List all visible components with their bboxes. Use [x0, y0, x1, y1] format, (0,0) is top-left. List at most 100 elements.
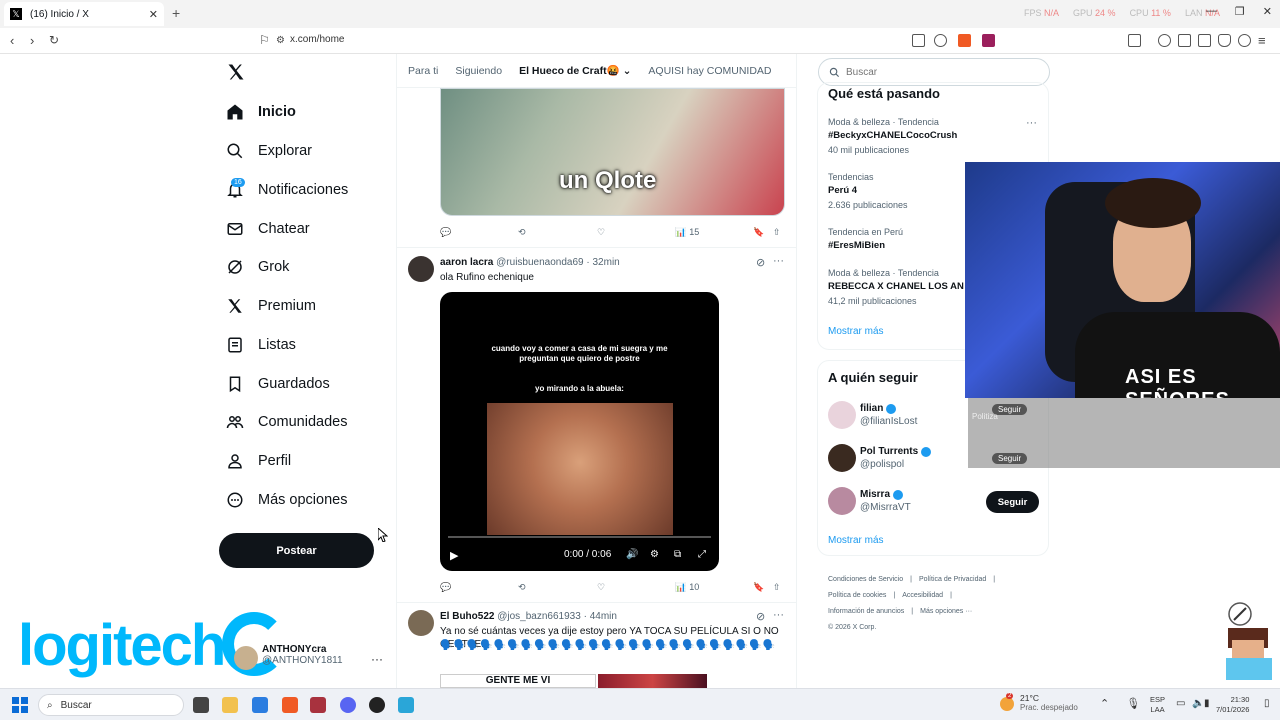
follow-button[interactable]: Seguir: [986, 491, 1039, 513]
trend-item[interactable]: Moda & belleza · Tendencia REBECCA X CHA…: [828, 268, 964, 306]
more-icon[interactable]: ···: [773, 609, 784, 621]
reader-icon[interactable]: [1178, 34, 1191, 47]
avatar[interactable]: [828, 444, 856, 472]
forward-icon[interactable]: ›: [30, 33, 34, 48]
follow-suggestion[interactable]: filian @filianIsLost: [828, 401, 917, 429]
music-icon[interactable]: [1158, 34, 1171, 47]
post-button[interactable]: Postear: [219, 533, 374, 568]
site-info-icon[interactable]: ⚙: [276, 35, 285, 46]
footer-link[interactable]: Política de cookies: [828, 592, 886, 599]
trend-item[interactable]: Tendencias Perú 4 2.636 publicaciones: [828, 172, 908, 210]
brave-shield-icon[interactable]: [958, 34, 971, 47]
volume-icon[interactable]: 🔈: [1192, 698, 1204, 709]
brave-rewards-icon[interactable]: [982, 34, 995, 47]
leo-icon[interactable]: [1218, 34, 1231, 47]
tab-siguiendo[interactable]: Siguiendo: [455, 65, 502, 77]
settings-icon[interactable]: ⚙: [650, 549, 659, 560]
retweet-icon[interactable]: ⟲: [518, 227, 526, 238]
sidebar-item-guardados[interactable]: Guardados: [226, 370, 330, 398]
like-icon[interactable]: ♡: [597, 582, 605, 593]
browser-tab[interactable]: 𝕏 (16) Inicio / X ✕: [4, 2, 164, 26]
views-icon[interactable]: 📊 15: [675, 227, 699, 238]
sidebar-item-mas-opciones[interactable]: Más opciones: [226, 486, 347, 514]
brave-icon[interactable]: [282, 697, 298, 713]
show-more-link[interactable]: Mostrar más: [828, 535, 884, 546]
profile-avatar[interactable]: [234, 646, 258, 670]
video-progress[interactable]: [448, 536, 711, 538]
tab-aquisi-comunidad[interactable]: AQUISI hay COMUNIDAD: [648, 65, 771, 77]
search-input[interactable]: [846, 66, 1026, 78]
share-icon[interactable]: ⇧: [773, 582, 781, 593]
avatar[interactable]: [408, 256, 434, 282]
task-view-icon[interactable]: [193, 697, 209, 713]
grok-icon[interactable]: ⊘: [756, 610, 765, 623]
footer-link[interactable]: Más opciones ···: [920, 608, 972, 615]
language-indicator[interactable]: ESP LAA: [1150, 695, 1165, 715]
tweet-media[interactable]: GENTE ME VI: [440, 674, 719, 688]
tweet-time[interactable]: · 44min: [584, 611, 617, 622]
battery-icon[interactable]: ▮: [1204, 698, 1210, 709]
retweet-icon[interactable]: ⟲: [518, 582, 526, 593]
tweet-author-handle[interactable]: @jos_bazn661933: [497, 611, 581, 622]
sidebar-item-premium[interactable]: Premium: [226, 292, 316, 320]
tweet-author-name[interactable]: aaron lacra: [440, 257, 493, 268]
more-icon[interactable]: ···: [773, 255, 784, 267]
chevron-up-icon[interactable]: ⌃: [1100, 698, 1109, 710]
tweet-author-handle[interactable]: @ruisbuenaonda69: [496, 257, 583, 268]
sidebar-item-listas[interactable]: Listas: [226, 331, 296, 359]
more-icon[interactable]: ···: [1026, 117, 1037, 129]
minimize-icon[interactable]: —: [1206, 5, 1217, 18]
views-icon[interactable]: 📊 10: [675, 582, 699, 593]
back-icon[interactable]: ‹: [10, 33, 14, 48]
footer-link[interactable]: Política de Privacidad: [919, 576, 986, 583]
close-window-icon[interactable]: ✕: [1263, 5, 1272, 18]
menu-icon[interactable]: ≡: [1258, 33, 1266, 48]
bookmark-icon[interactable]: 🔖: [753, 582, 764, 593]
sidebar-item-grok[interactable]: Grok: [226, 253, 289, 281]
grok-icon[interactable]: ⊘: [756, 256, 765, 269]
reload-icon[interactable]: ↻: [49, 33, 59, 47]
show-more-link[interactable]: Mostrar más: [828, 326, 884, 337]
windows-start-icon[interactable]: [12, 697, 28, 713]
sidebar-profile[interactable]: ANTHONYcra @ANTHONY1811: [262, 644, 343, 666]
play-icon[interactable]: ▶: [450, 549, 458, 562]
tab-el-hueco-de-craft[interactable]: El Hueco de Craft🤬 ⌄: [519, 64, 631, 77]
url-field[interactable]: x.com/home: [290, 34, 344, 45]
avatar[interactable]: [828, 487, 856, 515]
sidebar-item-explorar[interactable]: Explorar: [226, 137, 312, 165]
screen-icon[interactable]: [912, 34, 925, 47]
sidebar-item-perfil[interactable]: Perfil: [226, 447, 291, 475]
network-icon[interactable]: ▭: [1176, 698, 1185, 709]
reply-icon[interactable]: 💬: [440, 227, 451, 238]
video-player[interactable]: cuando voy a comer a casa de mi suegra y…: [440, 292, 719, 571]
maximize-icon[interactable]: ❐: [1235, 5, 1245, 18]
trend-item[interactable]: Tendencia en Perú #EresMiBien: [828, 227, 903, 251]
footer-link[interactable]: Condiciones de Servicio: [828, 576, 903, 583]
avatar[interactable]: [828, 401, 856, 429]
avatar[interactable]: [408, 610, 434, 636]
pip-icon[interactable]: ⧉: [674, 549, 681, 560]
profile-more-icon[interactable]: ···: [371, 652, 383, 666]
x-logo-icon[interactable]: [226, 62, 246, 82]
footer-link[interactable]: Accesibilidad: [902, 592, 943, 599]
clock[interactable]: 21:30 7/01/2026: [1216, 695, 1249, 715]
sidebar-item-comunidades[interactable]: Comunidades: [226, 408, 347, 436]
bookmark-page-icon[interactable]: ⚐: [259, 33, 270, 47]
tweet-time[interactable]: · 32min: [586, 257, 619, 268]
store-icon[interactable]: [252, 697, 268, 713]
new-tab-icon[interactable]: +: [172, 5, 180, 21]
sidebar-item-inicio[interactable]: Inicio: [226, 98, 296, 126]
discord-icon[interactable]: [340, 697, 356, 713]
vpn-icon[interactable]: [1238, 34, 1251, 47]
like-icon[interactable]: ♡: [597, 227, 605, 238]
footer-link[interactable]: Información de anuncios: [828, 608, 904, 615]
taskbar-search[interactable]: ⌕ Buscar: [38, 694, 184, 716]
notifications-icon[interactable]: ▯: [1264, 698, 1270, 709]
share-icon[interactable]: ⇧: [773, 227, 781, 238]
share-icon[interactable]: [934, 34, 947, 47]
trend-item[interactable]: Moda & belleza · Tendencia #BeckyxCHANEL…: [828, 117, 957, 155]
reply-icon[interactable]: 💬: [440, 582, 451, 593]
follow-suggestion[interactable]: Misrra @MisrraVT: [828, 487, 911, 515]
notepad-icon[interactable]: [398, 697, 414, 713]
wallet-icon[interactable]: [1198, 34, 1211, 47]
